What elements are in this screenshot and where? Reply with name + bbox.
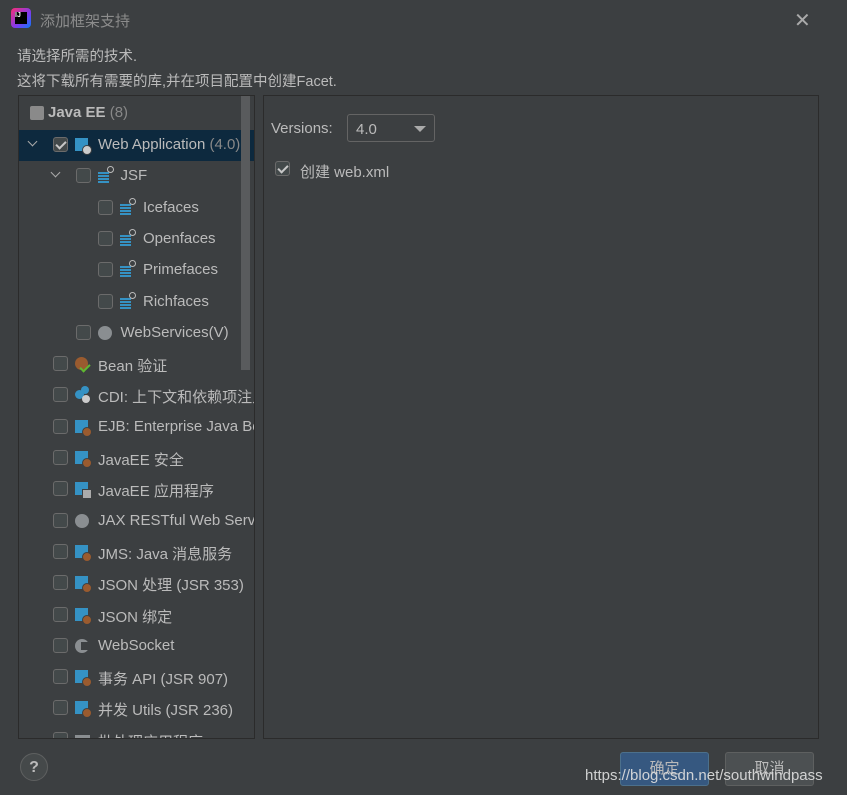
web-module-icon (75, 138, 92, 155)
tree-scrollbar[interactable] (241, 96, 250, 370)
tree-item[interactable]: Richfaces (19, 287, 254, 318)
tree-item-label: WebSocket (98, 636, 175, 654)
jsf-icon (97, 166, 114, 185)
javaee-group-icon (30, 106, 44, 120)
tree-item[interactable]: JSON 处理 (JSR 353) (19, 568, 254, 599)
tree-item-checkbox[interactable] (53, 387, 68, 403)
tree-item[interactable]: 并发 Utils (JSR 236) (19, 693, 254, 724)
tree-item[interactable]: Openfaces (19, 224, 254, 255)
tree-item-label: CDI: 上下文和依赖项注入 (98, 389, 255, 407)
globe-icon (97, 325, 113, 341)
jsf-icon (120, 228, 136, 247)
bean-validation-icon (75, 357, 91, 373)
tree-item[interactable]: CDI: 上下文和依赖项注入 (19, 380, 254, 411)
tree-item-checkbox[interactable] (98, 293, 113, 309)
tree-item-checkbox[interactable] (53, 637, 68, 653)
tree-item-checkbox[interactable] (53, 575, 68, 591)
tree-item-checkbox[interactable] (53, 481, 68, 497)
tree-item-label: 批处理应用程序 (98, 731, 203, 738)
tree-item-checkbox[interactable] (75, 324, 91, 340)
versions-select[interactable]: 4.0 (347, 114, 435, 142)
tree-item-checkbox[interactable] (53, 137, 68, 152)
tree-item[interactable]: Bean 验证 (19, 349, 254, 380)
framework-tree[interactable]: Web Application (4.0) JSF Icefaces Openface… (18, 95, 255, 739)
ejb-icon (75, 419, 92, 437)
ejb-icon (75, 576, 92, 594)
tree-item[interactable]: WebSocket (19, 631, 254, 662)
tree-item-label: Bean 验证 (98, 358, 168, 376)
chevron-down-icon[interactable] (49, 167, 63, 181)
tree-item-label: JavaEE 应用程序 (98, 483, 214, 501)
tree-item[interactable]: JSF (19, 161, 254, 192)
tree-item-label: 事务 API (JSR 907) (98, 671, 229, 689)
chevron-down-icon[interactable] (26, 136, 40, 150)
tree-item[interactable]: 事务 API (JSR 907) (19, 662, 254, 693)
ejb-icon (75, 701, 92, 719)
description-line-2: 这将下载所有需要的库,并在项目配置中创建Facet. (17, 74, 337, 90)
tree-item-label: JSF (120, 167, 148, 185)
tree-item-checkbox[interactable] (53, 450, 68, 465)
tree-item-label: EJB: Enterprise Java Beans (98, 417, 254, 435)
ejb-icon (75, 670, 92, 688)
tree-item-label: JMS: Java 消息服务 (98, 545, 233, 563)
watermark: https://blog.csdn.net/southwindpass (585, 767, 823, 784)
tree-item[interactable]: EJB: Enterprise Java Beans (19, 412, 254, 443)
tree-item[interactable]: JMS: Java 消息服务 (19, 537, 254, 568)
globe-icon (75, 513, 90, 529)
tree-item-checkbox[interactable] (98, 199, 113, 215)
tree-item-checkbox[interactable] (53, 669, 68, 685)
tree-item-label: Web Application (4.0) (98, 136, 241, 153)
tree-item-label: WebServices(V) (120, 323, 229, 341)
jsf-icon (120, 260, 136, 279)
tree-item-checkbox[interactable] (53, 356, 68, 372)
tree-item-label: Icefaces (143, 198, 199, 216)
chevron-down-icon (414, 126, 426, 132)
jsf-icon (120, 197, 136, 216)
folder-icon (75, 733, 90, 738)
tree-item[interactable]: Icefaces (19, 193, 254, 224)
tree-group-header: Java EE (8) (48, 104, 129, 121)
ejb-icon (75, 451, 92, 468)
tree-item-checkbox[interactable] (53, 606, 68, 622)
tree-item-label: JSON 处理 (JSR 353) (98, 577, 244, 595)
ejb-icon (75, 544, 92, 562)
create-webxml-label: 创建 web.xml (300, 164, 390, 181)
tree-item-label: JAX RESTful Web Services (98, 511, 255, 529)
tree-item[interactable]: Primefaces (19, 255, 254, 286)
help-button[interactable]: ? (20, 753, 48, 781)
tree-item-checkbox[interactable] (98, 262, 113, 278)
tree-item-checkbox[interactable] (53, 418, 68, 434)
tree-item-checkbox[interactable] (53, 700, 68, 716)
tree-item[interactable]: WebServices(V) (19, 318, 254, 349)
tree-item-checkbox[interactable] (98, 230, 113, 246)
tree-item-label: JSON 绑定 (98, 608, 173, 626)
tree-item-label: Openfaces (143, 229, 216, 247)
ejb-icon (75, 607, 92, 625)
close-icon[interactable]: ✕ (794, 8, 811, 33)
tree-item-checkbox[interactable] (53, 512, 68, 528)
tree-item-label: JavaEE 安全 (98, 452, 184, 469)
tree-item[interactable]: JavaEE 应用程序 (19, 474, 254, 505)
tree-item[interactable]: JavaEE 安全 (19, 443, 254, 474)
tree-item-label: Primefaces (143, 261, 219, 279)
tree-item[interactable]: JAX RESTful Web Services (19, 506, 254, 537)
description-line-1: 请选择所需的技术. (17, 49, 138, 65)
tree-item-label: 并发 Utils (JSR 236) (98, 702, 234, 720)
tree-item-checkbox[interactable] (53, 731, 68, 738)
intellij-logo-icon: IJ (11, 8, 31, 28)
settings-panel (263, 95, 819, 739)
jsf-icon (120, 291, 136, 310)
javaee-app-icon (75, 482, 92, 500)
websocket-icon (75, 638, 90, 654)
tree-item-label: Richfaces (143, 292, 209, 310)
create-webxml-checkbox[interactable] (275, 161, 290, 176)
tree-item[interactable]: JSON 绑定 (19, 600, 254, 631)
tree-item-checkbox[interactable] (75, 168, 91, 184)
tree-item-checkbox[interactable] (53, 543, 68, 559)
versions-label: Versions: (271, 120, 333, 137)
cdi-icon (75, 386, 90, 404)
tree-item[interactable]: 批处理应用程序 (19, 725, 254, 738)
dialog-title: 添加框架支持 (40, 13, 131, 30)
tree-item[interactable]: Web Application (4.0) (19, 130, 254, 161)
